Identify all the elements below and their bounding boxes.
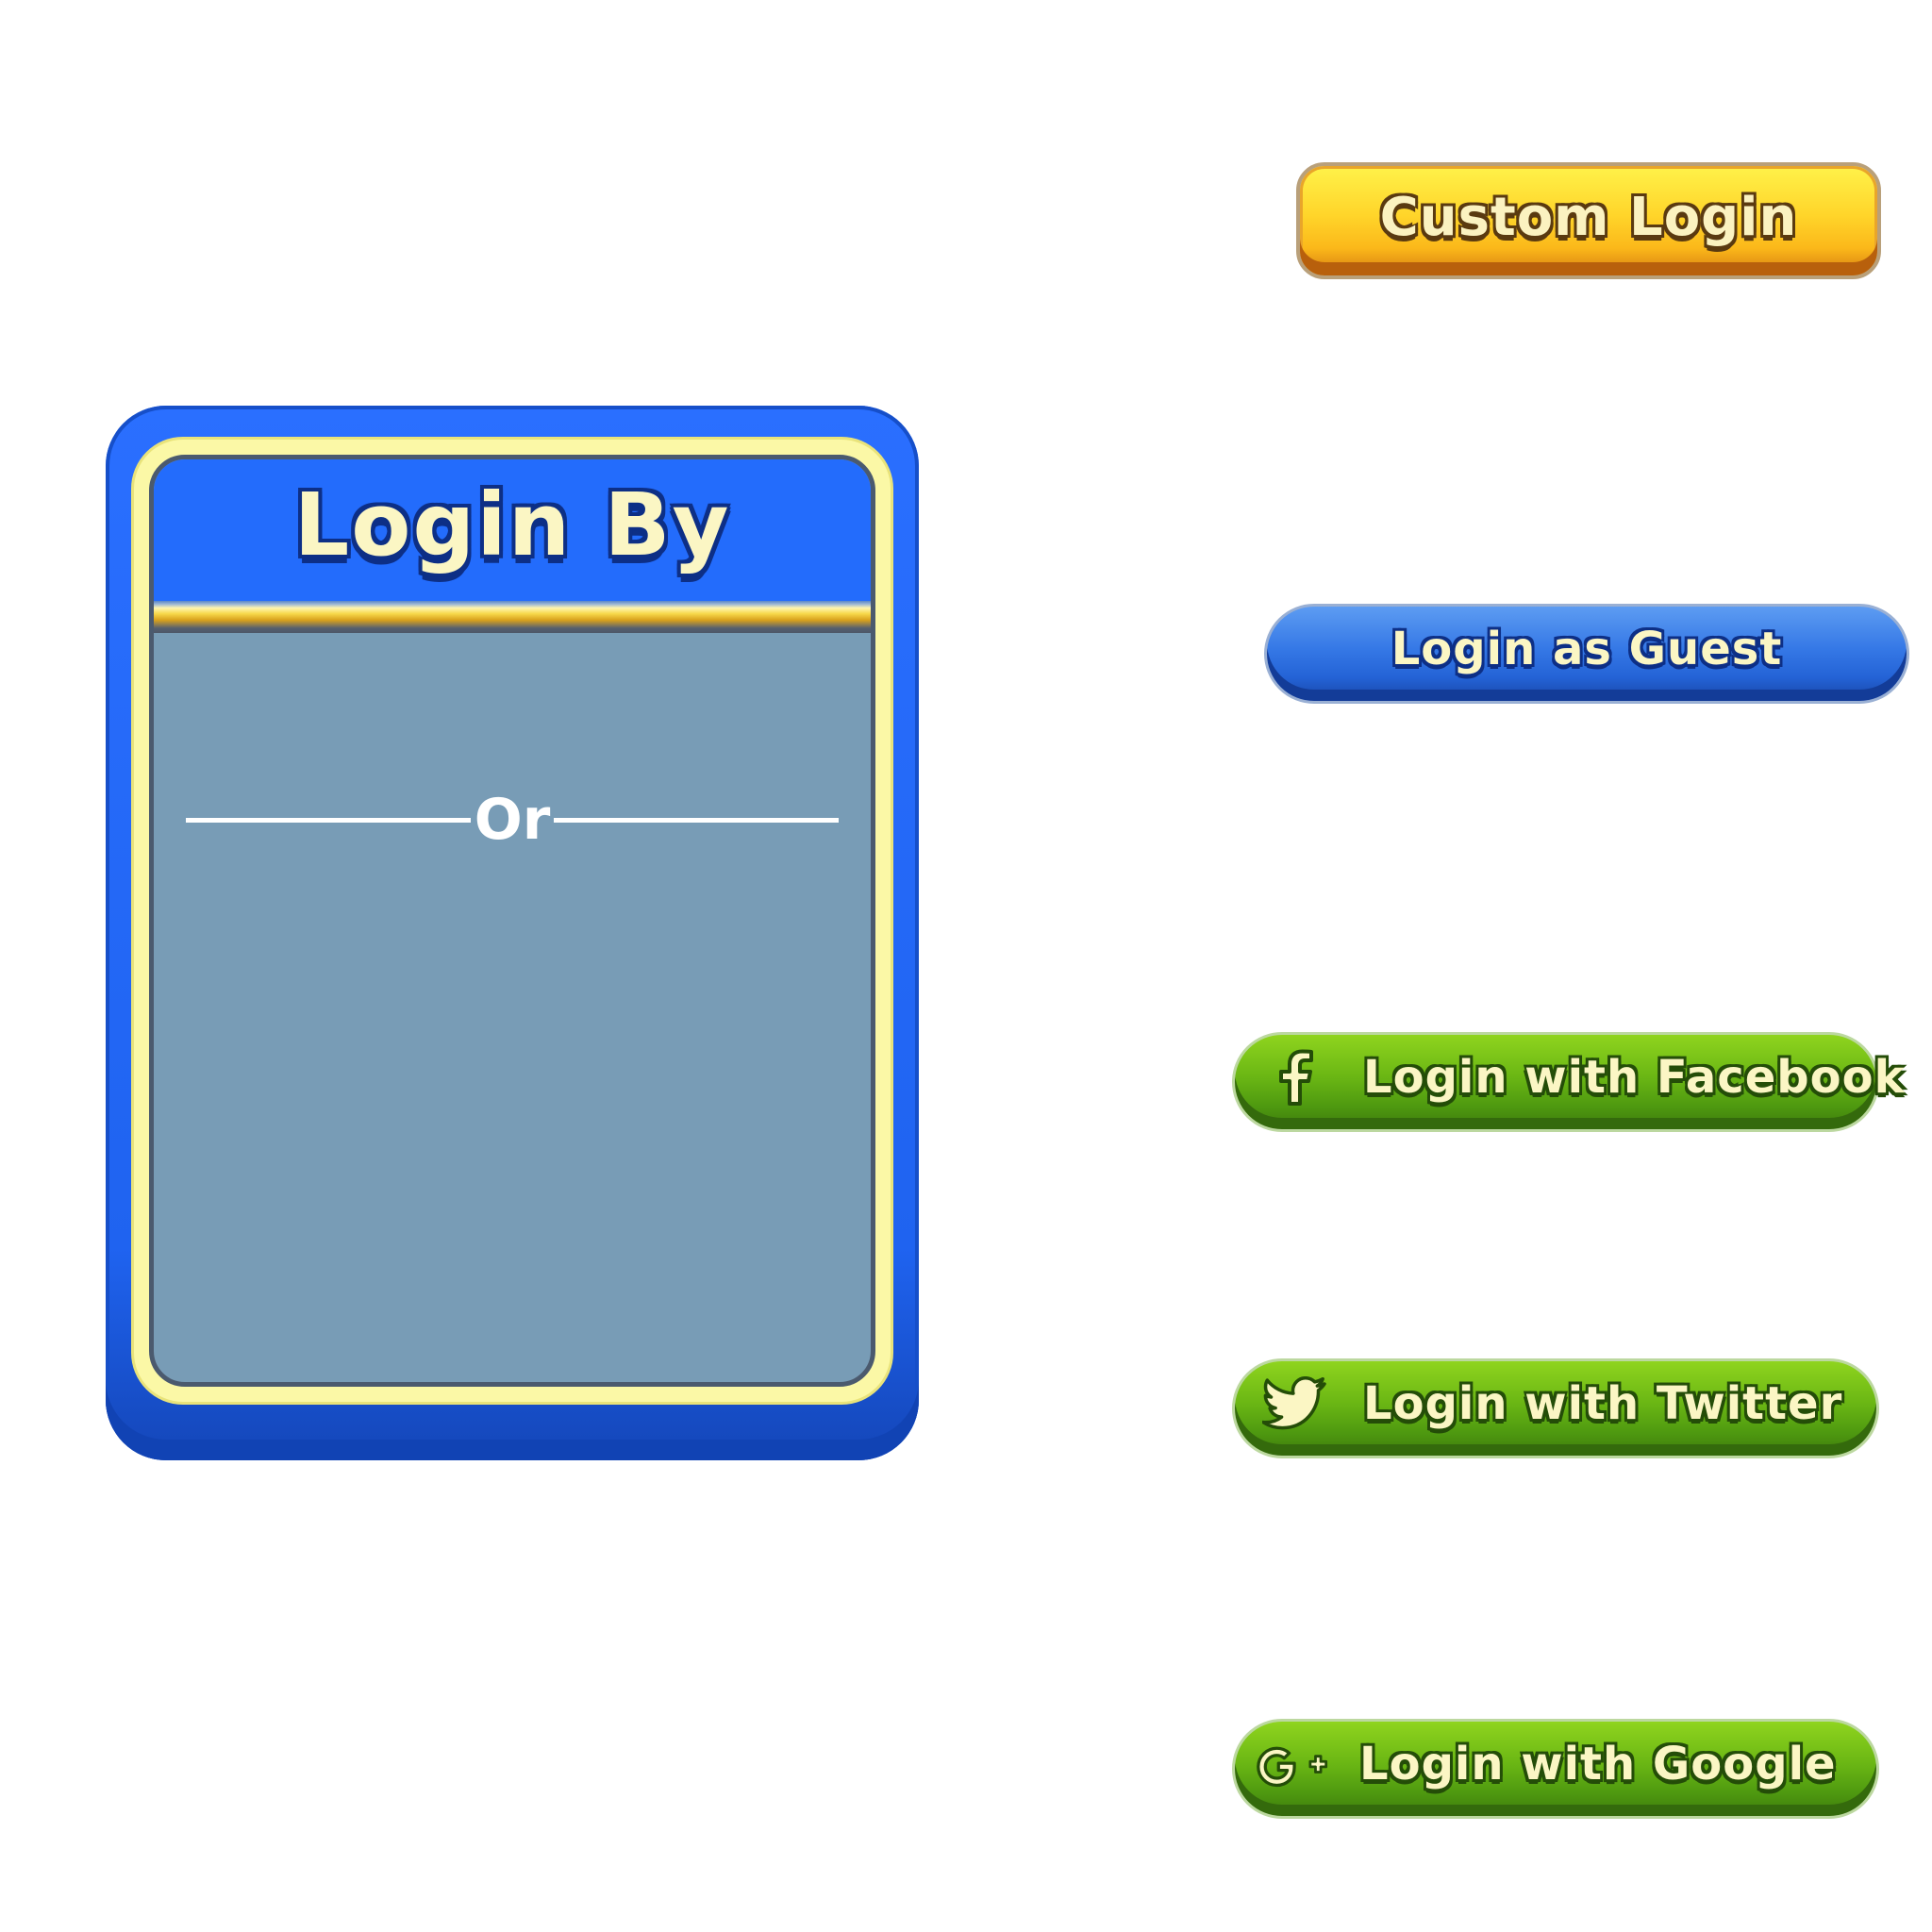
panel-frame: Login By Or (134, 440, 891, 1402)
guest-login-label: Login as Guest (1391, 623, 1783, 675)
custom-login-button[interactable]: Custom Login (1296, 162, 1881, 279)
google-plus-icon (1256, 1732, 1335, 1798)
facebook-icon (1256, 1045, 1335, 1111)
panel-header: Login By (154, 459, 871, 601)
login-panel: Login By Or (106, 406, 919, 1460)
divider-line-left (186, 817, 471, 823)
divider-line-right (554, 817, 840, 823)
divider-label: Or (474, 787, 551, 853)
twitter-login-button[interactable]: Login with Twitter (1232, 1358, 1879, 1458)
guest-login-button[interactable]: Login as Guest (1264, 604, 1909, 704)
panel-title: Login By (293, 475, 731, 575)
twitter-login-label: Login with Twitter (1363, 1377, 1843, 1430)
google-login-button[interactable]: Login with Google (1232, 1719, 1879, 1819)
header-stripe (154, 601, 871, 633)
facebook-login-label: Login with Facebook (1363, 1051, 1906, 1104)
custom-login-label: Custom Login (1379, 186, 1798, 248)
twitter-icon (1256, 1372, 1335, 1438)
panel-body: Login By Or (149, 455, 875, 1387)
login-screen: Login By Or Custom Login Login as Guest … (0, 0, 1932, 1932)
google-login-label: Login with Google (1359, 1738, 1837, 1790)
facebook-login-button[interactable]: Login with Facebook (1232, 1032, 1905, 1132)
or-divider: Or (186, 787, 840, 853)
